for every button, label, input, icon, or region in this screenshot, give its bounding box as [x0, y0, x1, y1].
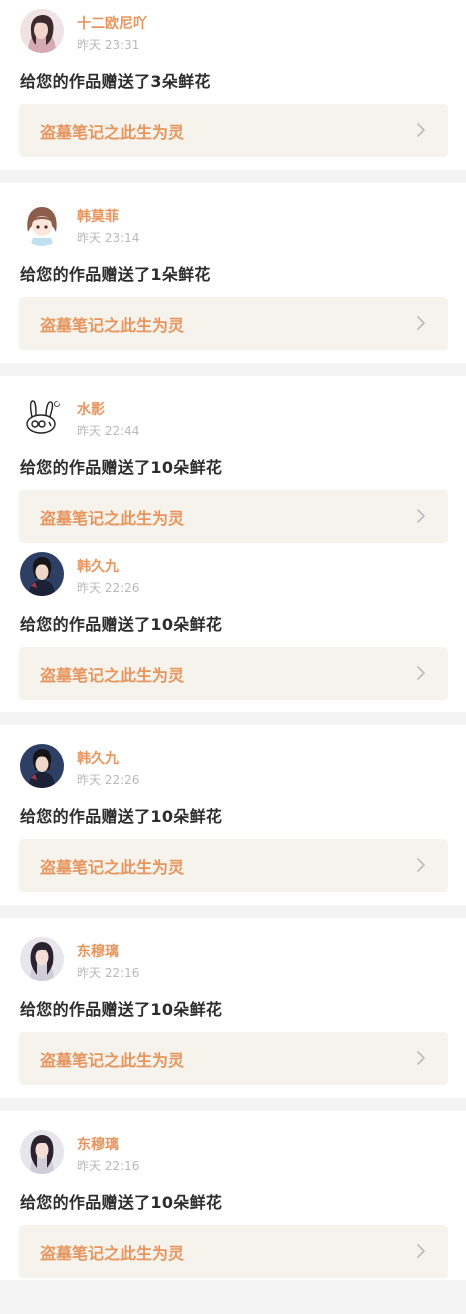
gift-message: 给您的作品赠送了1朵鲜花	[20, 265, 211, 284]
work-title: 盗墓笔记之此生为灵	[40, 1051, 185, 1070]
avatar[interactable]	[20, 744, 64, 788]
avatar[interactable]	[20, 1130, 64, 1174]
gift-message: 给您的作品赠送了10朵鲜花	[20, 458, 223, 477]
sender-name[interactable]: 东穆璃	[77, 1134, 119, 1154]
notification-card: 韩久九 昨天 22:26 给您的作品赠送了10朵鲜花 盗墓笔记之此生为灵	[0, 725, 466, 905]
work-title: 盗墓笔记之此生为灵	[40, 666, 185, 685]
gift-notification-list: 十二欧尼吖 昨天 23:31 给您的作品赠送了3朵鲜花 盗墓笔记之此生为灵 韩莫…	[0, 0, 466, 1280]
work-link[interactable]: 盗墓笔记之此生为灵	[19, 297, 448, 350]
timestamp: 昨天 22:16	[77, 966, 140, 980]
timestamp: 昨天 22:26	[77, 581, 140, 595]
sender-name[interactable]: 水影	[77, 399, 105, 419]
timestamp: 昨天 22:44	[77, 424, 140, 438]
work-link[interactable]: 盗墓笔记之此生为灵	[19, 839, 448, 892]
work-title: 盗墓笔记之此生为灵	[40, 1244, 185, 1263]
gift-message: 给您的作品赠送了10朵鲜花	[20, 615, 223, 634]
work-link[interactable]: 盗墓笔记之此生为灵	[19, 1032, 448, 1085]
sender-name[interactable]: 十二欧尼吖	[77, 13, 147, 33]
notification-card: 韩莫菲 昨天 23:14 给您的作品赠送了1朵鲜花 盗墓笔记之此生为灵	[0, 183, 466, 363]
chevron-right-icon	[413, 665, 429, 681]
chevron-right-icon	[413, 857, 429, 873]
avatar[interactable]	[20, 395, 64, 439]
work-link[interactable]: 盗墓笔记之此生为灵	[19, 647, 448, 700]
avatar[interactable]	[20, 552, 64, 596]
work-link[interactable]: 盗墓笔记之此生为灵	[19, 1225, 448, 1278]
sender-name[interactable]: 韩久九	[77, 556, 119, 576]
work-title: 盗墓笔记之此生为灵	[40, 858, 185, 877]
notification-card: 东穆璃 昨天 22:16 给您的作品赠送了10朵鲜花 盗墓笔记之此生为灵	[0, 918, 466, 1098]
gift-message: 给您的作品赠送了10朵鲜花	[20, 807, 223, 826]
gift-message: 给您的作品赠送了10朵鲜花	[20, 1193, 223, 1212]
avatar[interactable]	[20, 202, 64, 246]
sender-name[interactable]: 东穆璃	[77, 941, 119, 961]
gift-message: 给您的作品赠送了10朵鲜花	[20, 1000, 223, 1019]
work-link[interactable]: 盗墓笔记之此生为灵	[19, 104, 448, 157]
chevron-right-icon	[413, 508, 429, 524]
work-title: 盗墓笔记之此生为灵	[40, 316, 185, 335]
timestamp: 昨天 22:26	[77, 773, 140, 787]
work-title: 盗墓笔记之此生为灵	[40, 509, 185, 528]
notification-item: 韩莫菲 昨天 23:14 给您的作品赠送了1朵鲜花 盗墓笔记之此生为灵	[0, 193, 466, 386]
timestamp: 昨天 23:14	[77, 231, 140, 245]
notification-card: 东穆璃 昨天 22:16 给您的作品赠送了10朵鲜花 盗墓笔记之此生为灵	[0, 1111, 466, 1280]
notification-item: 东穆璃 昨天 22:16 给您的作品赠送了10朵鲜花 盗墓笔记之此生为灵	[0, 928, 466, 1121]
notification-item: 韩久九 昨天 22:26 给您的作品赠送了10朵鲜花 盗墓笔记之此生为灵	[0, 735, 466, 928]
work-link[interactable]: 盗墓笔记之此生为灵	[19, 490, 448, 543]
notification-card: 水影 昨天 22:44 给您的作品赠送了10朵鲜花 盗墓笔记之此生为灵 韩久九 …	[0, 376, 466, 712]
sender-name[interactable]: 韩莫菲	[77, 206, 119, 226]
avatar[interactable]	[20, 9, 64, 53]
notification-card: 十二欧尼吖 昨天 23:31 给您的作品赠送了3朵鲜花 盗墓笔记之此生为灵	[0, 0, 466, 170]
notification-item: 东穆璃 昨天 22:16 给您的作品赠送了10朵鲜花 盗墓笔记之此生为灵	[0, 1121, 466, 1314]
work-title: 盗墓笔记之此生为灵	[40, 123, 185, 142]
chevron-right-icon	[413, 315, 429, 331]
sender-name[interactable]: 韩久九	[77, 748, 119, 768]
timestamp: 昨天 22:16	[77, 1159, 140, 1173]
chevron-right-icon	[413, 1243, 429, 1259]
gift-message: 给您的作品赠送了3朵鲜花	[20, 72, 211, 91]
avatar[interactable]	[20, 937, 64, 981]
notification-item: 十二欧尼吖 昨天 23:31 给您的作品赠送了3朵鲜花 盗墓笔记之此生为灵	[0, 0, 466, 193]
chevron-right-icon	[413, 122, 429, 138]
notification-item: 韩久九 昨天 22:26 给您的作品赠送了10朵鲜花 盗墓笔记之此生为灵	[0, 543, 466, 736]
chevron-right-icon	[413, 1050, 429, 1066]
timestamp: 昨天 23:31	[77, 38, 140, 52]
